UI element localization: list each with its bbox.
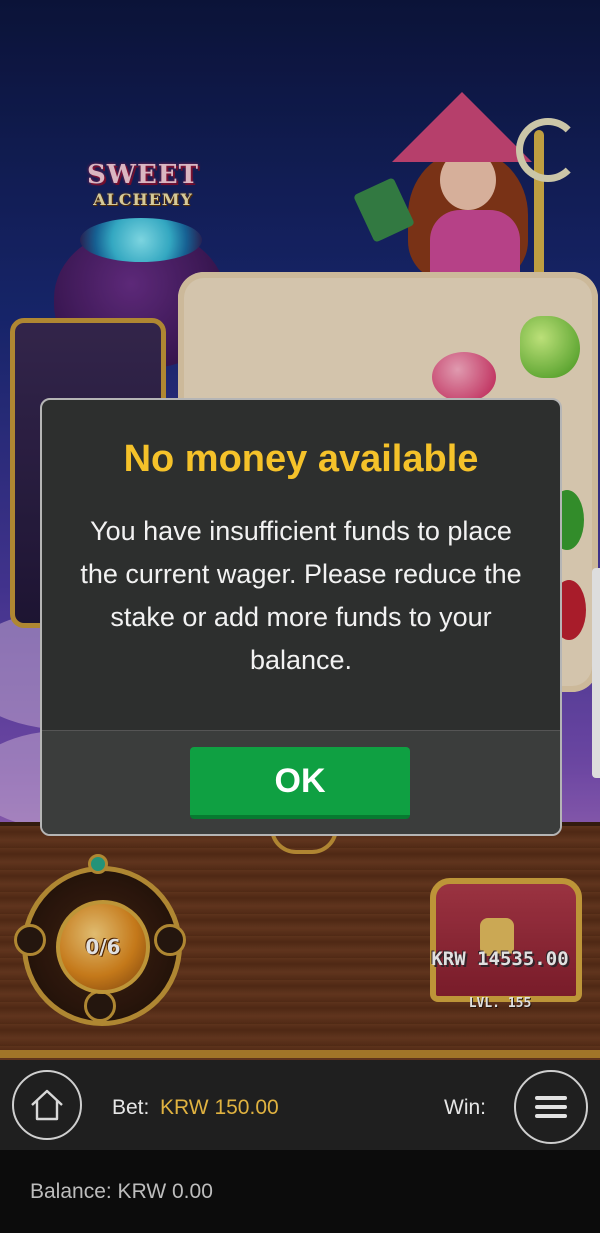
balance-text: Balance: KRW 0.00: [30, 1180, 213, 1203]
no-money-dialog: No money available You have insufficient…: [40, 398, 562, 836]
bet-value[interactable]: KRW 150.00: [160, 1096, 279, 1120]
dialog-message: You have insufficient funds to place the…: [80, 516, 522, 675]
hamburger-menu-icon: [535, 1096, 567, 1118]
home-button[interactable]: [12, 1070, 82, 1140]
win-label: Win:: [444, 1096, 486, 1119]
bottom-bar: Bet: KRW 150.00 Win:: [0, 1060, 600, 1150]
ok-button[interactable]: OK: [190, 747, 410, 819]
side-panel-handle[interactable]: [592, 568, 600, 778]
menu-button[interactable]: [514, 1070, 588, 1144]
home-icon: [31, 1089, 63, 1121]
balance-bar: Balance: KRW 0.00: [0, 1150, 600, 1233]
dialog-footer: OK: [42, 730, 560, 834]
bet-label: Bet:: [112, 1096, 150, 1119]
dialog-title: No money available: [123, 438, 479, 480]
